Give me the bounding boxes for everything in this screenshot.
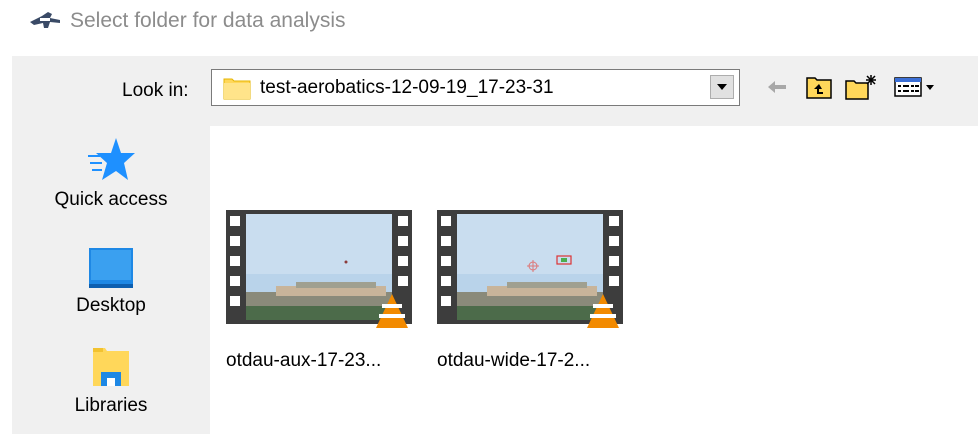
aircraft-icon — [30, 12, 60, 28]
dropdown-button[interactable] — [710, 75, 734, 99]
file-name: otdau-wide-17-2... — [437, 350, 591, 371]
new-folder-icon — [845, 75, 876, 100]
desktop-icon — [89, 248, 133, 288]
place-label: Desktop — [76, 295, 146, 316]
vlc-video-icon — [226, 210, 412, 328]
place-label: Quick access — [54, 189, 168, 210]
look-in-value: test-aerobatics-12-09-19_17-23-31 — [260, 77, 554, 98]
place-label: Libraries — [74, 395, 148, 416]
file-dialog: Look in: test-aerobatics-12-09-19_17-23-… — [12, 56, 978, 434]
title-bar: Select folder for data analysis — [0, 0, 978, 44]
look-in-label: Look in: — [122, 80, 189, 101]
vlc-video-icon — [437, 210, 623, 328]
chevron-down-icon — [717, 84, 727, 90]
view-menu-button[interactable] — [890, 70, 940, 104]
back-arrow-icon — [768, 81, 786, 93]
place-quick-access[interactable]: Quick access — [24, 136, 198, 211]
new-folder-button[interactable] — [842, 70, 880, 104]
folder-icon — [223, 78, 251, 100]
place-desktop[interactable]: Desktop — [24, 244, 198, 317]
up-folder-icon — [806, 77, 832, 99]
star-icon — [88, 138, 135, 180]
up-one-level-button[interactable] — [802, 70, 836, 104]
file-list: otdau-aux-17-23... otdau-wide-17-2... — [210, 126, 978, 434]
places-bar: Quick access Desktop Libraries — [24, 126, 198, 434]
file-name: otdau-aux-17-23... — [226, 350, 382, 371]
view-menu-icon — [894, 77, 934, 97]
back-button[interactable] — [762, 70, 792, 104]
place-libraries[interactable]: Libraries — [24, 344, 198, 417]
look-in-dropdown[interactable]: test-aerobatics-12-09-19_17-23-31 — [211, 69, 740, 106]
libraries-icon — [93, 348, 129, 386]
window-title: Select folder for data analysis — [70, 9, 346, 32]
